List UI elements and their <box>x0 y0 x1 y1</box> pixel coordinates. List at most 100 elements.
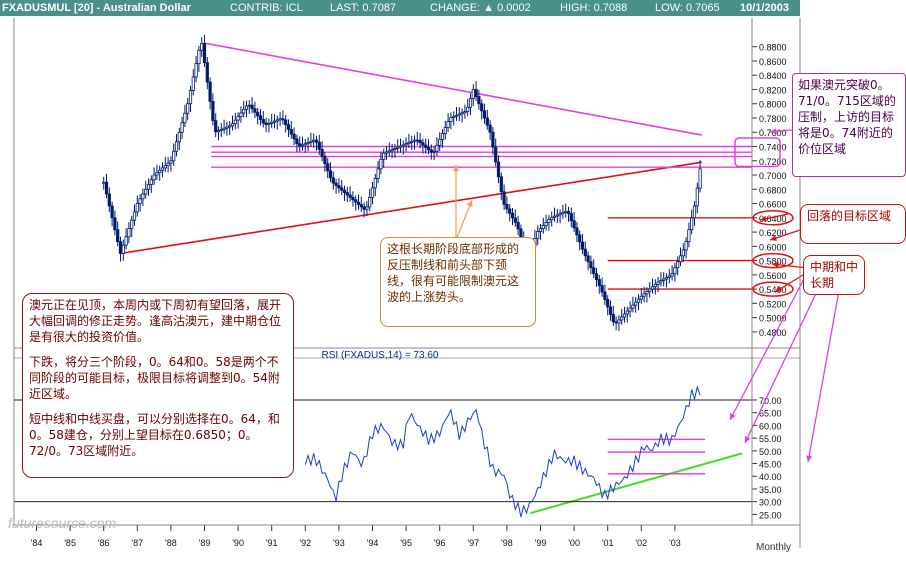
price-candle-body <box>611 313 615 323</box>
price-candle-body <box>586 255 590 263</box>
price-candle-body <box>620 316 624 321</box>
chart-header: FXADUSMUL [20] - Australian Dollar CONTR… <box>0 0 800 16</box>
price-candle-body <box>239 112 243 117</box>
price-candle-body <box>432 150 436 153</box>
price-candle-body <box>684 241 688 251</box>
price-candle-body <box>267 123 271 126</box>
annotation-left-para-2: 下跌，将分三个阶段，0。64和0。58是两个不同阶段的可能目标，极限目标将调整到… <box>29 355 280 401</box>
price-candle-body <box>163 165 167 169</box>
price-candle-body <box>155 172 159 176</box>
price-candle-body <box>230 123 235 127</box>
price-candle-body <box>127 228 131 238</box>
price-candle-body <box>309 140 313 143</box>
price-candle-body <box>482 110 487 119</box>
price-candle-body <box>692 205 697 219</box>
price-candle-body <box>124 236 128 246</box>
price-candle-body <box>471 89 475 99</box>
rsi-tick-label: 50.00 <box>759 447 782 457</box>
price-candle-body <box>359 204 363 208</box>
price-candle-body <box>356 201 361 205</box>
x-tick-label: '94 <box>367 538 379 548</box>
rsi-tick-label: 45.00 <box>759 460 782 470</box>
annotation-right-low: 中期和中长期 <box>803 255 865 295</box>
price-candle-body <box>544 222 548 226</box>
price-candle-body <box>426 147 431 151</box>
price-candle-body <box>370 187 375 198</box>
symbol-title: FXADUSMUL [20] - Australian Dollar <box>2 2 191 14</box>
price-candle-body <box>491 131 495 148</box>
rsi-tick-label: 60.00 <box>759 421 782 431</box>
date-label: 10/1/2003 <box>740 2 789 14</box>
price-candle-body <box>440 133 445 140</box>
price-candle-body <box>233 119 237 125</box>
price-candle-body <box>144 188 148 195</box>
price-candle-body <box>208 81 212 102</box>
price-candle-body <box>281 118 285 121</box>
price-candle-body <box>228 125 232 128</box>
price-candle-body <box>205 62 209 83</box>
price-candle-body <box>398 145 403 148</box>
price-candle-body <box>354 199 358 203</box>
price-tick-label: 0.5400 <box>759 285 787 295</box>
price-candle-body <box>368 196 372 208</box>
annotation-arrow <box>455 199 473 241</box>
price-candle-body <box>485 117 489 126</box>
price-candle-body <box>320 148 324 157</box>
price-candle-body <box>132 211 137 221</box>
price-candle-body <box>393 148 397 150</box>
price-candle-body <box>457 113 461 116</box>
price-candle-body <box>303 143 307 146</box>
price-candle-body <box>194 63 198 78</box>
price-candle-body <box>656 281 660 285</box>
price-candle-body <box>578 234 582 243</box>
x-tick-label: '86 <box>98 538 110 548</box>
price-candle-body <box>698 168 702 189</box>
price-candle-body <box>306 142 310 145</box>
change-value: CHANGE: ▲ 0.0002 <box>430 2 531 14</box>
price-candle-body <box>536 231 540 239</box>
price-candle-body <box>177 131 181 143</box>
price-candle-body <box>118 241 123 254</box>
x-tick-label: '88 <box>165 538 177 548</box>
price-candle-body <box>141 193 145 200</box>
price-candle-body <box>166 162 170 166</box>
price-candle-body <box>300 144 305 147</box>
price-candle-body <box>642 293 646 297</box>
price-candle-body <box>264 122 268 126</box>
price-candle-body <box>169 160 173 164</box>
price-candle-body <box>508 208 512 214</box>
price-candle-body <box>107 193 111 207</box>
price-candle-body <box>653 283 657 288</box>
price-candle-body <box>345 192 349 196</box>
price-candle-body <box>513 217 517 223</box>
price-candle-body <box>463 111 467 114</box>
price-candle-body <box>466 106 470 112</box>
price-candle-body <box>146 184 151 190</box>
price-candle-body <box>351 196 355 201</box>
price-candle-body <box>253 108 257 113</box>
price-candle-body <box>572 220 576 229</box>
annotation-arrowhead <box>806 455 813 462</box>
price-candle-body <box>597 279 601 286</box>
price-candle-body <box>186 103 190 114</box>
price-candle-body <box>552 215 557 218</box>
x-tick-label: '02 <box>635 538 647 548</box>
price-candle-body <box>488 124 492 133</box>
price-candle-body <box>477 96 481 105</box>
price-candle-body <box>242 109 246 114</box>
price-candle-body <box>312 139 316 142</box>
price-candle-body <box>659 280 663 283</box>
price-candle-body <box>102 181 106 184</box>
low-value: LOW: 0.7065 <box>655 2 720 14</box>
x-tick-label: '95 <box>400 538 412 548</box>
price-tick-label: 0.5000 <box>759 314 787 324</box>
price-candle-body <box>670 273 674 277</box>
price-candle-body <box>138 198 142 204</box>
price-candle-body <box>606 299 610 308</box>
price-candle-body <box>634 301 638 306</box>
price-candle-body <box>592 267 596 275</box>
price-candle-body <box>569 213 573 222</box>
price-candle-body <box>342 189 347 194</box>
price-candle-body <box>452 115 456 118</box>
price-candle-body <box>261 119 265 124</box>
